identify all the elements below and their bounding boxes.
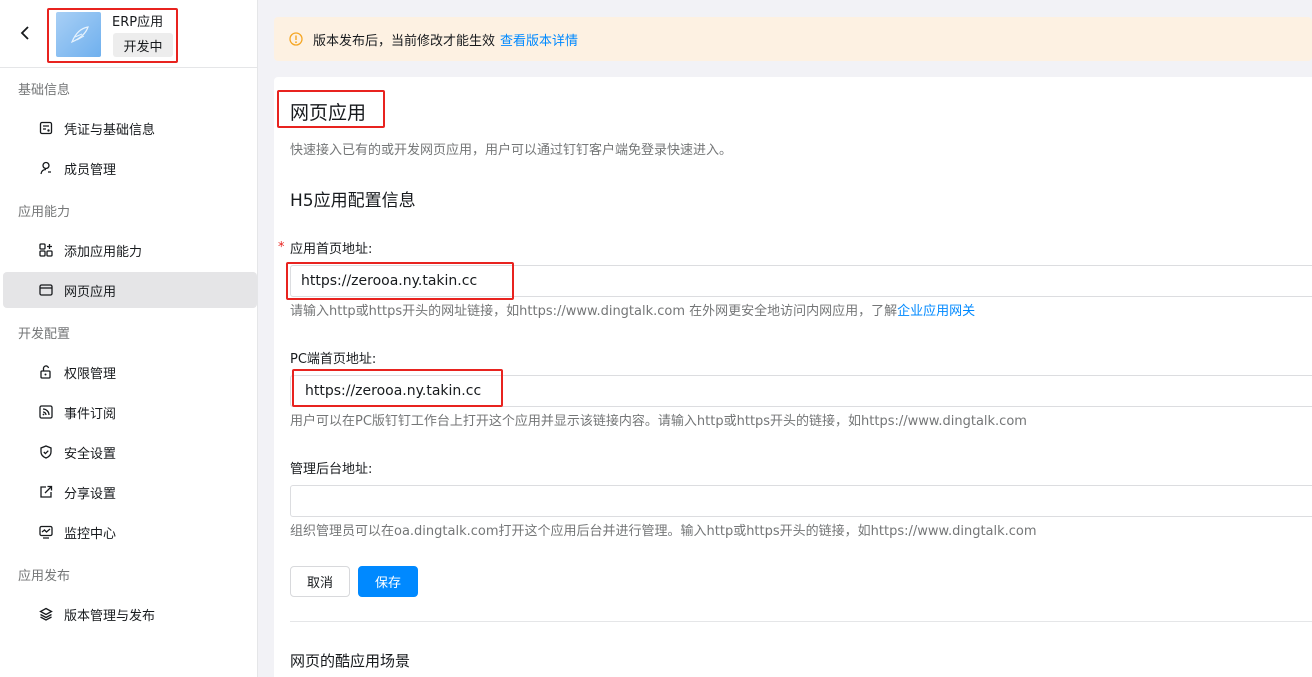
sidebar-item-share[interactable]: 分享设置 bbox=[0, 474, 257, 510]
app-name: ERP应用 bbox=[112, 15, 164, 30]
required-mark: * bbox=[278, 240, 285, 255]
homepage-label: 应用首页地址: bbox=[290, 242, 373, 257]
sidebar-item-permissions[interactable]: 权限管理 bbox=[0, 354, 257, 390]
sidebar-item-label: 凭证与基础信息 bbox=[64, 122, 156, 138]
sidebar-item-label: 网页应用 bbox=[64, 284, 117, 300]
divider bbox=[290, 621, 1312, 622]
app-status-badge: 开发中 bbox=[113, 33, 173, 57]
sidebar-item-label: 版本管理与发布 bbox=[64, 608, 156, 624]
sidebar-item-credentials[interactable]: 凭证与基础信息 bbox=[0, 110, 257, 146]
cancel-button[interactable]: 取消 bbox=[290, 566, 350, 597]
back-button[interactable] bbox=[14, 22, 36, 44]
homepage-hint: 请输入http或https开头的网址链接，如https://www.dingta… bbox=[290, 300, 975, 319]
admin-url-hint: 组织管理员可以在oa.dingtalk.com打开这个应用后台并进行管理。输入h… bbox=[290, 524, 1037, 539]
lock-icon bbox=[38, 364, 54, 380]
rss-icon bbox=[38, 404, 54, 420]
shield-icon bbox=[38, 444, 54, 460]
app-logo bbox=[56, 12, 101, 57]
pc-homepage-label: PC端首页地址: bbox=[290, 352, 377, 367]
group-title-basic: 基础信息 bbox=[18, 83, 71, 98]
sidebar-item-members[interactable]: 成员管理 bbox=[0, 150, 257, 186]
sidebar-item-events[interactable]: 事件订阅 bbox=[0, 394, 257, 430]
warning-icon bbox=[289, 32, 303, 46]
version-details-link[interactable]: 查看版本详情 bbox=[500, 30, 578, 49]
enterprise-gateway-link[interactable]: 企业应用网关 bbox=[897, 304, 975, 319]
add-capability-icon bbox=[38, 242, 54, 258]
sidebar: ERP应用 开发中 基础信息 凭证与基础信息 成员管理 应用能力 添加应用能力 … bbox=[0, 0, 258, 677]
pc-homepage-url-input[interactable] bbox=[290, 375, 1312, 407]
sidebar-item-security[interactable]: 安全设置 bbox=[0, 434, 257, 470]
admin-url-label: 管理后台地址: bbox=[290, 462, 373, 477]
chevron-left-icon bbox=[20, 26, 29, 40]
group-title-capability: 应用能力 bbox=[18, 205, 71, 220]
notice-text: 版本发布后，当前修改才能生效 bbox=[313, 33, 496, 49]
sidebar-item-label: 事件订阅 bbox=[64, 406, 117, 422]
sidebar-item-label: 权限管理 bbox=[64, 366, 117, 382]
group-title-release: 应用发布 bbox=[18, 569, 71, 584]
layers-icon bbox=[38, 606, 54, 622]
credential-icon bbox=[38, 120, 54, 136]
sidebar-item-label: 添加应用能力 bbox=[64, 244, 143, 260]
sidebar-item-monitor[interactable]: 监控中心 bbox=[0, 514, 257, 550]
release-notice: 版本发布后，当前修改才能生效 查看版本详情 bbox=[274, 17, 1312, 61]
cool-app-section-title: 网页的酷应用场景 bbox=[290, 652, 411, 670]
save-button[interactable]: 保存 bbox=[358, 566, 418, 597]
share-icon bbox=[38, 484, 54, 500]
sidebar-item-versions[interactable]: 版本管理与发布 bbox=[0, 596, 257, 632]
webpage-icon bbox=[38, 282, 54, 298]
app-logo-icon bbox=[70, 25, 89, 43]
admin-url-input[interactable] bbox=[290, 485, 1312, 517]
sidebar-item-add-capability[interactable]: 添加应用能力 bbox=[0, 232, 257, 268]
page-title: 网页应用 bbox=[290, 102, 367, 124]
sidebar-item-label: 监控中心 bbox=[64, 526, 117, 542]
homepage-url-input[interactable] bbox=[290, 265, 1312, 297]
app-header: ERP应用 开发中 bbox=[0, 0, 258, 68]
section-title: H5应用配置信息 bbox=[290, 191, 416, 211]
monitor-icon bbox=[38, 524, 54, 540]
sidebar-item-label: 分享设置 bbox=[64, 486, 117, 502]
group-title-dev: 开发配置 bbox=[18, 327, 71, 342]
pc-homepage-hint: 用户可以在PC版钉钉工作台上打开这个应用并显示该链接内容。请输入http或htt… bbox=[290, 414, 1027, 429]
homepage-hint-text: 请输入http或https开头的网址链接，如https://www.dingta… bbox=[290, 304, 898, 319]
page-description: 快速接入已有的或开发网页应用，用户可以通过钉钉客户端免登录快速进入。 bbox=[290, 143, 733, 158]
sidebar-item-label: 成员管理 bbox=[64, 162, 117, 178]
sidebar-item-webpage[interactable]: 网页应用 bbox=[3, 272, 257, 308]
user-icon bbox=[38, 160, 54, 176]
sidebar-item-label: 安全设置 bbox=[64, 446, 117, 462]
